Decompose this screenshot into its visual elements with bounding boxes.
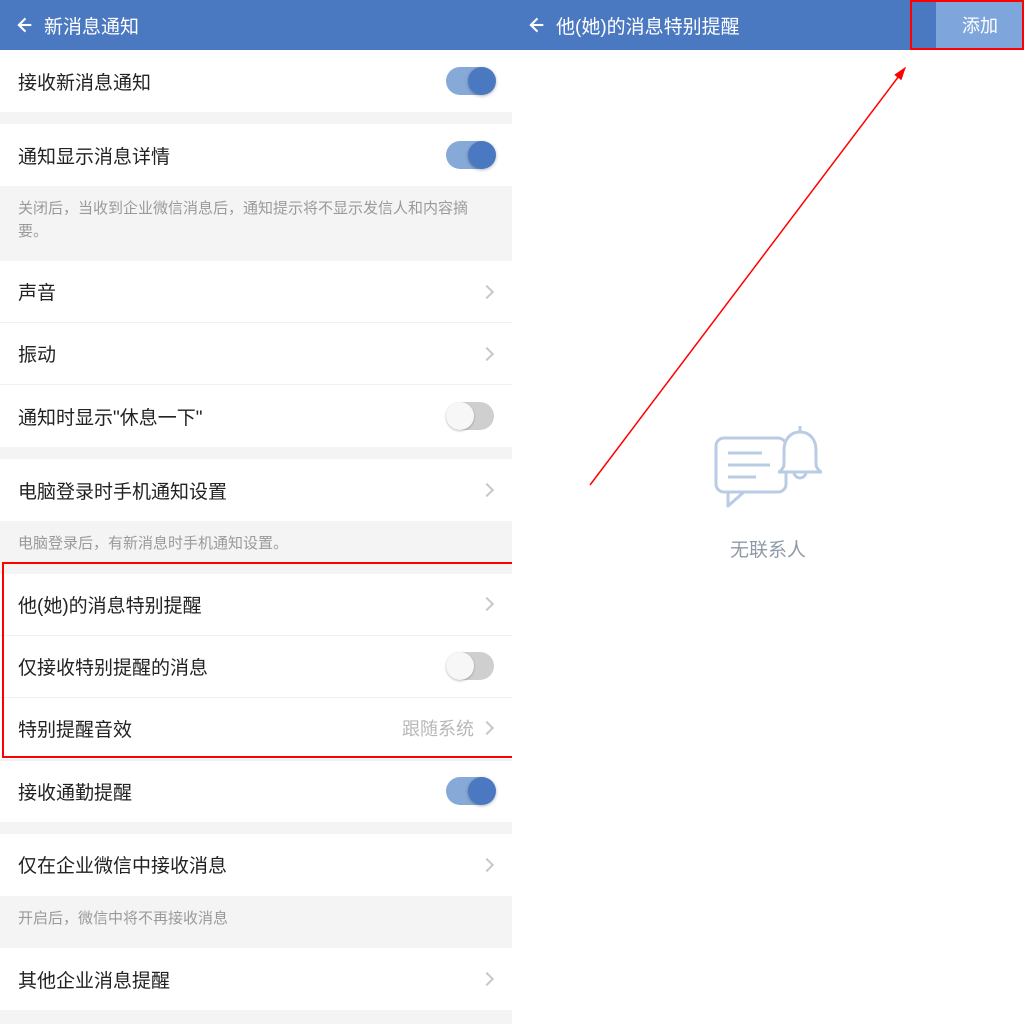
group-pc: 电脑登录时手机通知设置 xyxy=(0,459,512,521)
row-label: 电脑登录时手机通知设置 xyxy=(18,477,482,504)
row-special-remind[interactable]: 他(她)的消息特别提醒 xyxy=(0,574,512,636)
row-label: 他(她)的消息特别提醒 xyxy=(18,591,482,618)
footer-pc-login: 电脑登录后，有新消息时手机通知设置。 xyxy=(0,521,512,574)
row-only-special[interactable]: 仅接收特别提醒的消息 xyxy=(0,636,512,698)
group-other: 其他企业消息提醒 xyxy=(0,948,512,1010)
row-sound[interactable]: 声音 xyxy=(0,261,512,323)
back-icon[interactable] xyxy=(12,14,34,36)
gap xyxy=(0,112,512,124)
chevron-right-icon xyxy=(480,346,494,360)
toggle-only-special[interactable] xyxy=(446,652,494,680)
row-label: 仅在企业微信中接收消息 xyxy=(18,851,482,878)
row-pc-login[interactable]: 电脑登录时手机通知设置 xyxy=(0,459,512,521)
chevron-right-icon xyxy=(480,597,494,611)
chevron-right-icon xyxy=(480,972,494,986)
chevron-right-icon xyxy=(480,721,494,735)
gap xyxy=(0,447,512,459)
chevron-right-icon xyxy=(480,284,494,298)
group-onlyapp: 仅在企业微信中接收消息 xyxy=(0,834,512,896)
empty-state: 无联系人 xyxy=(512,420,1024,562)
row-label: 接收通勤提醒 xyxy=(18,778,446,805)
add-button[interactable]: 添加 xyxy=(936,0,1024,50)
toggle-commute[interactable] xyxy=(446,777,494,805)
add-button-label: 添加 xyxy=(962,12,998,38)
row-value: 跟随系统 xyxy=(402,715,474,741)
row-rest[interactable]: 通知时显示"休息一下" xyxy=(0,385,512,447)
row-label: 仅接收特别提醒的消息 xyxy=(18,653,446,680)
right-header: 他(她)的消息特别提醒 添加 xyxy=(512,0,1024,50)
row-commute[interactable]: 接收通勤提醒 xyxy=(0,760,512,822)
empty-text: 无联系人 xyxy=(730,535,806,562)
row-label: 声音 xyxy=(18,278,482,305)
row-receive-new[interactable]: 接收新消息通知 xyxy=(0,50,512,112)
row-label: 通知时显示"休息一下" xyxy=(18,403,446,430)
row-label: 接收新消息通知 xyxy=(18,68,446,95)
chevron-right-icon xyxy=(480,857,494,871)
left-pane: 新消息通知 接收新消息通知 通知显示消息详情 关闭后，当收到企业微信消息后，通知… xyxy=(0,0,512,1024)
group-receive: 接收新消息通知 xyxy=(0,50,512,112)
row-label: 振动 xyxy=(18,340,482,367)
toggle-rest[interactable] xyxy=(446,402,494,430)
gap xyxy=(0,822,512,834)
right-pane: 他(她)的消息特别提醒 添加 无联系人 xyxy=(512,0,1024,1024)
row-label: 其他企业消息提醒 xyxy=(18,966,482,993)
row-special-sound[interactable]: 特别提醒音效 跟随系统 xyxy=(0,698,512,760)
left-title: 新消息通知 xyxy=(44,12,500,39)
toggle-receive-new[interactable] xyxy=(446,67,494,95)
row-other-corp[interactable]: 其他企业消息提醒 xyxy=(0,948,512,1010)
back-icon[interactable] xyxy=(524,14,546,36)
row-label: 特别提醒音效 xyxy=(18,715,402,742)
row-vibrate[interactable]: 振动 xyxy=(0,323,512,385)
group-sound: 声音 振动 通知时显示"休息一下" xyxy=(0,261,512,447)
row-show-detail[interactable]: 通知显示消息详情 xyxy=(0,124,512,186)
left-header: 新消息通知 xyxy=(0,0,512,50)
row-only-in-app[interactable]: 仅在企业微信中接收消息 xyxy=(0,834,512,896)
group-detail: 通知显示消息详情 xyxy=(0,124,512,186)
footer-show-detail: 关闭后，当收到企业微信消息后，通知提示将不显示发信人和内容摘要。 xyxy=(0,186,512,261)
toggle-show-detail[interactable] xyxy=(446,141,494,169)
empty-illustration-icon xyxy=(708,420,828,515)
footer-only-in-app: 开启后，微信中将不再接收消息 xyxy=(0,896,512,949)
group-special: 他(她)的消息特别提醒 仅接收特别提醒的消息 特别提醒音效 跟随系统 接收通勤提… xyxy=(0,574,512,822)
chevron-right-icon xyxy=(480,483,494,497)
row-label: 通知显示消息详情 xyxy=(18,142,446,169)
